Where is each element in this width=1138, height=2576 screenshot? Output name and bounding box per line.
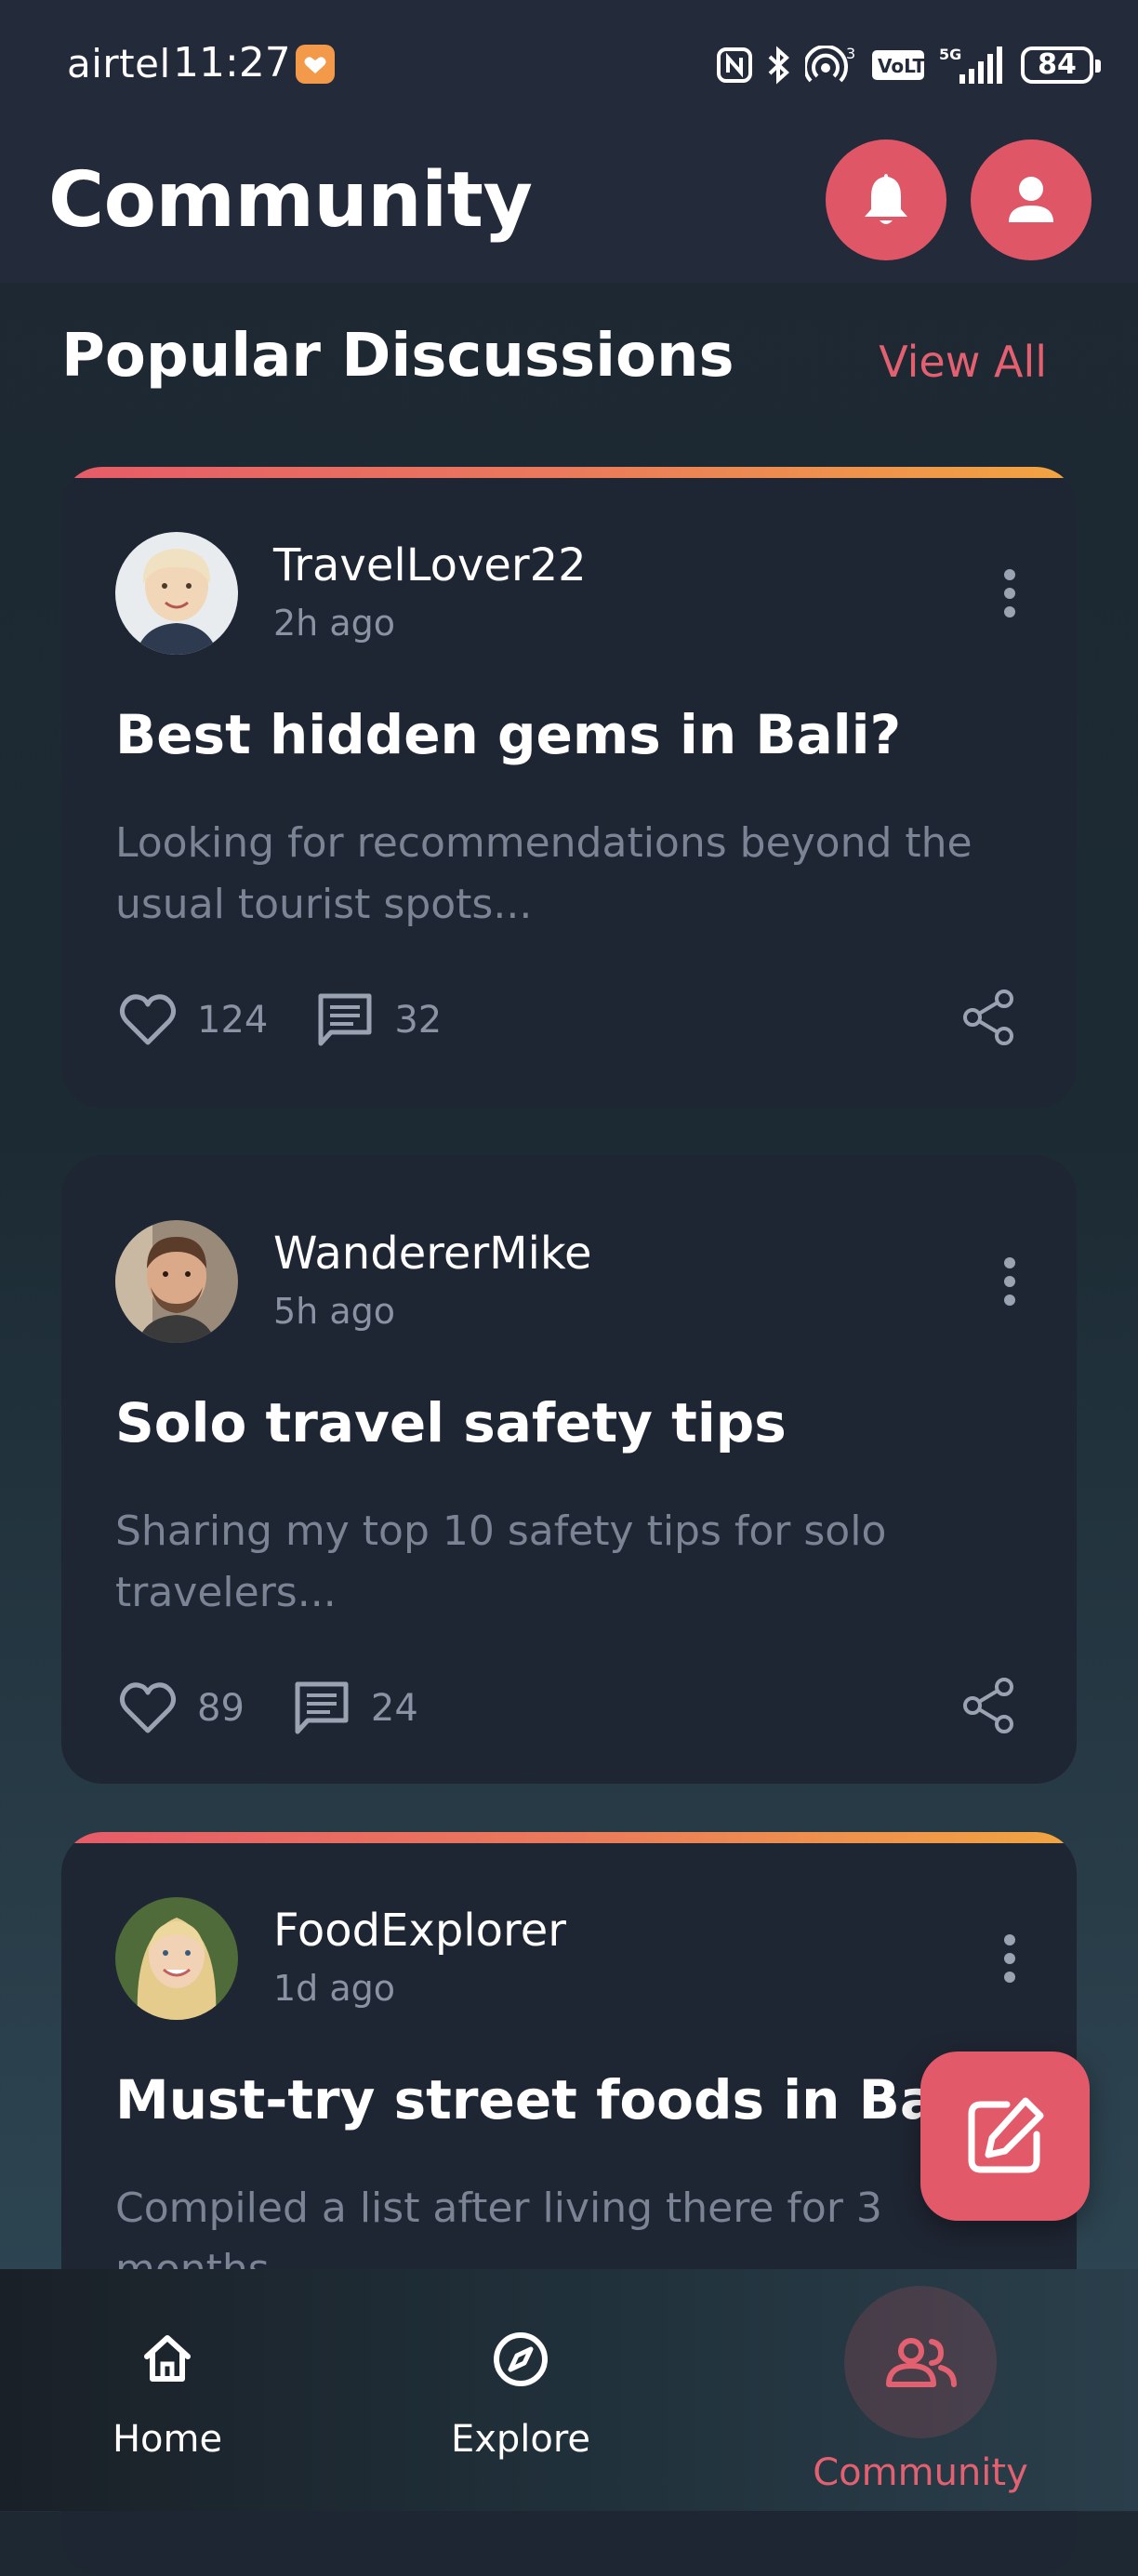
svg-text:VoLTE: VoLTE (878, 55, 926, 77)
svg-text:5G: 5G (939, 46, 961, 63)
share-button[interactable] (959, 988, 1019, 1047)
heart-icon (119, 1682, 177, 1733)
post-author[interactable]: FoodExplorer (273, 1905, 566, 1957)
section-title: Popular Discussions (61, 322, 734, 391)
edit-icon (968, 2097, 1044, 2173)
more-vertical-icon (1004, 1257, 1015, 1306)
svg-text:3: 3 (846, 46, 855, 62)
share-icon (963, 1678, 1013, 1733)
post-time: 2h ago (273, 603, 395, 644)
carrier-name: airtel (67, 41, 171, 86)
bottom-navigation: Home Explore Community (0, 2269, 1138, 2511)
signal-icon: 5G (939, 46, 1002, 84)
nav-explore[interactable]: Explore (428, 2269, 614, 2511)
comment-count: 24 (370, 1687, 418, 1730)
nav-community[interactable]: Community (800, 2269, 1041, 2511)
post-time: 1d ago (273, 1968, 396, 2009)
more-vertical-icon (1004, 1934, 1015, 1983)
section-header: Popular Discussions View All (61, 322, 1047, 405)
post-actions: 89 24 (119, 1676, 467, 1741)
post-excerpt: Sharing my top 10 safety tips for solo t… (115, 1507, 887, 1616)
comment-icon (295, 1681, 349, 1734)
status-time: 11:27 (173, 39, 291, 86)
post-actions: 124 32 (119, 988, 490, 1053)
like-button[interactable]: 89 (119, 1681, 245, 1735)
notifications-button[interactable] (826, 139, 946, 260)
user-icon (1009, 177, 1053, 222)
comment-count: 32 (394, 999, 443, 1042)
volte-icon: VoLTE (872, 50, 926, 80)
post-author[interactable]: TravelLover22 (273, 539, 587, 591)
notification-app-icon (296, 45, 335, 84)
comment-button[interactable]: 32 (316, 991, 442, 1049)
battery-indicator: 84 (1021, 46, 1101, 84)
share-button[interactable] (959, 1676, 1019, 1735)
post-time: 5h ago (273, 1291, 395, 1332)
nav-home[interactable]: Home (74, 2269, 260, 2511)
status-icons: 3 VoLTE 5G 84 (716, 43, 1101, 87)
like-count: 124 (197, 999, 269, 1042)
comment-button[interactable]: 24 (293, 1680, 418, 1737)
compass-icon (494, 2332, 548, 2386)
comment-icon (318, 993, 372, 1046)
post-excerpt: Looking for recommendations beyond the u… (115, 819, 973, 928)
post-title[interactable]: Best hidden gems in Bali? (115, 703, 901, 766)
more-options-button[interactable] (1000, 567, 1019, 619)
status-bar: airtel 11:27 3 VoLTE 5G (0, 0, 1138, 130)
post-author[interactable]: WandererMike (273, 1228, 592, 1280)
heart-icon (119, 994, 177, 1045)
more-options-button[interactable] (1000, 1932, 1019, 1985)
nav-home-label: Home (112, 2418, 223, 2461)
discussion-card[interactable]: WandererMike 5h ago Solo travel safety t… (61, 1155, 1077, 1784)
hotspot-icon: 3 (805, 46, 855, 83)
home-icon (144, 2335, 191, 2382)
share-icon (963, 989, 1013, 1045)
post-title[interactable]: Solo travel safety tips (115, 1391, 787, 1454)
more-vertical-icon (1004, 569, 1015, 617)
avatar (115, 1897, 238, 2020)
app-header: Community (0, 130, 1138, 283)
discussion-card[interactable]: TravelLover22 2h ago Best hidden gems in… (61, 467, 1077, 1109)
users-icon (886, 2338, 957, 2387)
bluetooth-icon (768, 46, 789, 85)
new-post-button[interactable] (920, 2052, 1090, 2221)
like-button[interactable]: 124 (119, 993, 268, 1047)
nav-explore-label: Explore (450, 2418, 591, 2461)
more-options-button[interactable] (1000, 1255, 1019, 1308)
avatar (115, 532, 238, 655)
view-all-link[interactable]: View All (879, 337, 1047, 387)
profile-button[interactable] (971, 139, 1092, 260)
like-count: 89 (197, 1687, 245, 1730)
avatar (115, 1220, 238, 1343)
bell-icon (865, 174, 907, 224)
nfc-icon (717, 47, 752, 83)
page-title: Community (48, 156, 533, 245)
nav-community-label: Community (813, 2451, 1028, 2494)
